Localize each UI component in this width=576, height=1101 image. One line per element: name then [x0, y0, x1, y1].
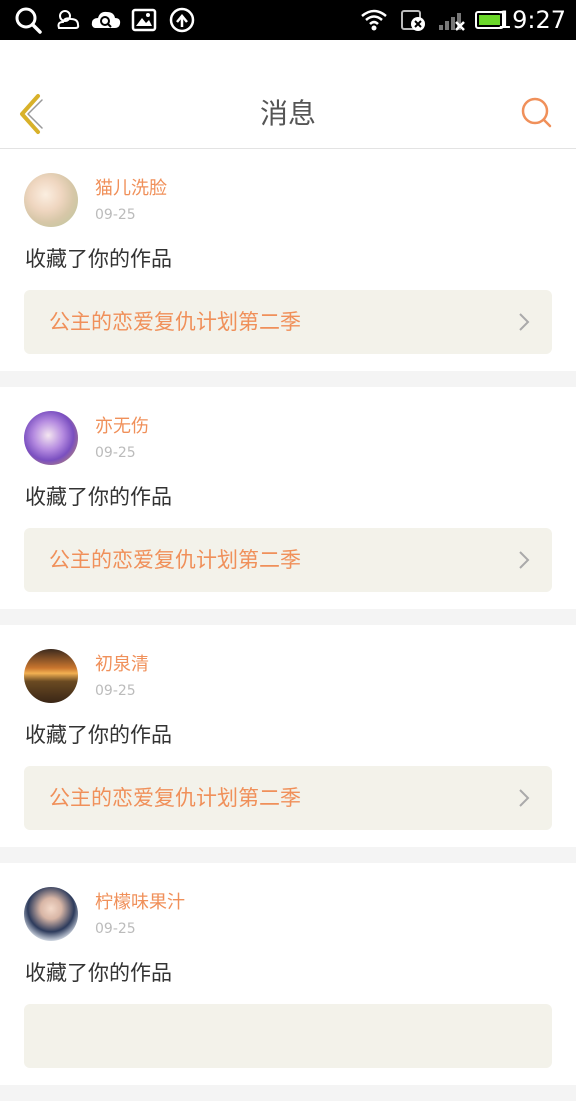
search-icon — [15, 7, 42, 34]
user-name[interactable]: 猫儿洗脸 — [95, 177, 167, 201]
avatar[interactable] — [24, 173, 78, 227]
page-title: 消息 — [259, 97, 316, 130]
work-link[interactable]: 公主的恋爱复仇计划第二季 — [24, 528, 552, 592]
wifi-icon — [361, 9, 387, 31]
message-card[interactable]: 柠檬味果汁 09-25 收藏了你的作品 — [0, 863, 576, 1085]
avatar[interactable] — [24, 411, 78, 465]
work-title: 公主的恋爱复仇计划第二季 — [49, 310, 301, 334]
sync-icon — [169, 7, 195, 33]
gallery-icon — [131, 8, 157, 32]
no-sim-icon — [401, 10, 425, 31]
avatar[interactable] — [24, 649, 78, 703]
message-card[interactable]: 初泉清 09-25 收藏了你的作品 公主的恋爱复仇计划第二季 — [0, 625, 576, 847]
status-bar: 19:27 — [0, 0, 576, 40]
message-date: 09-25 — [95, 921, 136, 937]
weather-icon — [57, 10, 80, 29]
user-name[interactable]: 柠檬味果汁 — [95, 891, 185, 915]
message-list: 猫儿洗脸 09-25 收藏了你的作品 公主的恋爱复仇计划第二季 亦无伤 09-2… — [0, 149, 576, 1101]
work-title: 公主的恋爱复仇计划第二季 — [49, 786, 301, 810]
work-link[interactable]: 公主的恋爱复仇计划第二季 — [24, 290, 552, 354]
message-text: 收藏了你的作品 — [25, 961, 172, 985]
work-link[interactable]: 公主的恋爱复仇计划第二季 — [24, 766, 552, 830]
user-name[interactable]: 初泉清 — [95, 653, 149, 677]
message-text: 收藏了你的作品 — [25, 485, 172, 509]
clock: 19:27 — [496, 6, 566, 34]
chevron-right-icon — [519, 313, 530, 331]
chevron-right-icon — [519, 789, 530, 807]
message-card[interactable]: 亦无伤 09-25 收藏了你的作品 公主的恋爱复仇计划第二季 — [0, 387, 576, 609]
message-date: 09-25 — [95, 207, 136, 223]
message-date: 09-25 — [95, 445, 136, 461]
work-title: 公主的恋爱复仇计划第二季 — [49, 548, 301, 572]
cloud-search-icon — [91, 11, 121, 28]
avatar[interactable] — [24, 887, 78, 941]
work-link[interactable] — [24, 1004, 552, 1068]
message-text: 收藏了你的作品 — [25, 723, 172, 747]
message-date: 09-25 — [95, 683, 136, 699]
header: 消息 — [0, 40, 576, 149]
search-button[interactable] — [520, 96, 554, 130]
chevron-right-icon — [519, 551, 530, 569]
user-name[interactable]: 亦无伤 — [95, 415, 149, 439]
message-card[interactable]: 猫儿洗脸 09-25 收藏了你的作品 公主的恋爱复仇计划第二季 — [0, 149, 576, 371]
signal-icon — [439, 13, 465, 31]
message-text: 收藏了你的作品 — [25, 247, 172, 271]
